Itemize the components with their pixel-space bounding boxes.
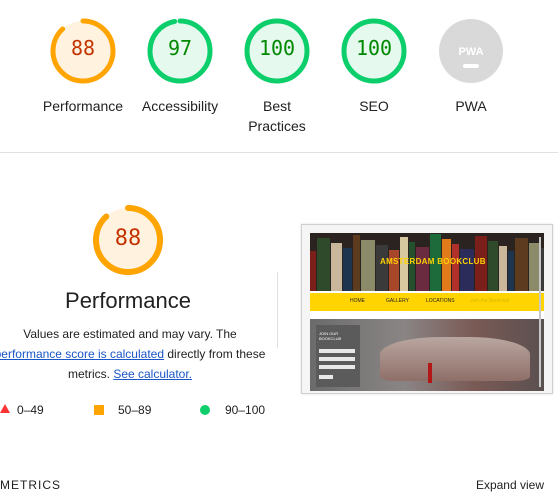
performance-description: Values are estimated and may vary. The p… <box>0 324 290 384</box>
book-spine <box>499 246 507 291</box>
thumbnail-form-field <box>319 349 355 353</box>
gauge-label-accessibility: Accessibility <box>141 98 219 114</box>
final-screenshot-thumbnail[interactable]: AMSTERDAM BOOKCLUB HOME GALLERY LOCATION… <box>301 224 553 394</box>
book-ribbon <box>428 363 432 383</box>
book-spine <box>416 247 429 291</box>
pass-circle-icon <box>200 405 210 415</box>
book-spine <box>376 245 388 291</box>
see-calculator-link[interactable]: See calculator. <box>113 367 192 381</box>
desc-text-3: metrics. <box>67 367 110 381</box>
gauge-best-practices[interactable]: 100 Best Practices <box>222 16 332 136</box>
thumbnail-page: AMSTERDAM BOOKCLUB HOME GALLERY LOCATION… <box>310 233 544 391</box>
book-spine <box>317 238 330 291</box>
thumbnail-hero-image: JOIN OUR BOOKCLUB <box>310 319 544 391</box>
gauge-accessibility[interactable]: 97 Accessibility <box>125 16 235 116</box>
gauge-label-performance: Performance <box>42 98 124 114</box>
gauge-label-best-practices: Best Practices <box>248 98 306 134</box>
book-spine <box>310 251 316 291</box>
legend-fail-range: 0–49 <box>17 403 44 417</box>
book-spine <box>409 242 415 291</box>
open-book-image <box>380 337 530 381</box>
thumbnail-form-field <box>319 357 355 361</box>
thumbnail-nav-join: Join the Bookclub <box>470 298 510 304</box>
gauge-label-pwa: PWA <box>455 98 487 114</box>
thumbnail-form-title: JOIN OUR BOOKCLUB <box>319 331 342 341</box>
thumbnail-form-field <box>319 365 355 369</box>
book-spine <box>508 251 514 291</box>
category-gauges: 88 Performance 97 Accessibility 100 Best… <box>0 0 558 152</box>
performance-score: 88 <box>114 226 142 251</box>
gauge-seo[interactable]: 100 SEO <box>319 16 429 116</box>
expand-view-button[interactable]: Expand view <box>476 478 544 492</box>
book-spine <box>452 244 459 291</box>
legend-average-range: 50–89 <box>118 403 152 417</box>
gauge-score-accessibility: 97 <box>167 36 193 60</box>
book-spine <box>460 249 474 291</box>
thumbnail-form-button <box>319 375 333 379</box>
score-calculated-link[interactable]: performance score is calculated <box>0 347 164 361</box>
desc-text-1: Values are estimated and may vary. The <box>23 327 237 341</box>
gauge-score-performance: 88 <box>70 36 96 60</box>
gauge-score-best-practices: 100 <box>258 36 296 60</box>
gauge-pwa[interactable]: PWA PWA <box>416 16 526 116</box>
section-divider <box>0 152 558 153</box>
gauge-performance[interactable]: 88 Performance <box>28 16 138 116</box>
pwa-dash-icon <box>463 64 479 68</box>
pwa-badge-text: PWA <box>458 46 484 58</box>
thumbnail-join-form: JOIN OUR BOOKCLUB <box>316 325 360 387</box>
fail-triangle-icon <box>0 404 10 413</box>
gauge-label-seo: SEO <box>359 98 389 114</box>
book-spine <box>488 241 498 291</box>
book-spine <box>331 243 342 291</box>
thumbnail-nav-home: HOME <box>350 298 365 304</box>
book-spine <box>541 248 544 291</box>
thumbnail-site-title: AMSTERDAM BOOKCLUB <box>380 257 486 266</box>
performance-title: Performance <box>65 288 191 313</box>
legend-pass-range: 90–100 <box>225 403 266 417</box>
gauge-score-seo: 100 <box>355 36 393 60</box>
book-spine <box>515 238 528 291</box>
book-spine <box>343 248 352 291</box>
desc-text-2: directly from these <box>167 347 266 361</box>
thumbnail-scrollbar <box>539 237 541 387</box>
book-spine <box>361 240 375 291</box>
thumbnail-nav-gallery: GALLERY <box>386 298 409 304</box>
vertical-divider <box>277 272 278 348</box>
book-spine <box>353 235 360 291</box>
thumbnail-nav-locations: LOCATIONS <box>426 298 455 304</box>
thumbnail-nav: HOME GALLERY LOCATIONS Join the Bookclub <box>310 293 544 311</box>
average-square-icon <box>94 405 104 415</box>
metrics-header: METRICS <box>0 478 61 492</box>
